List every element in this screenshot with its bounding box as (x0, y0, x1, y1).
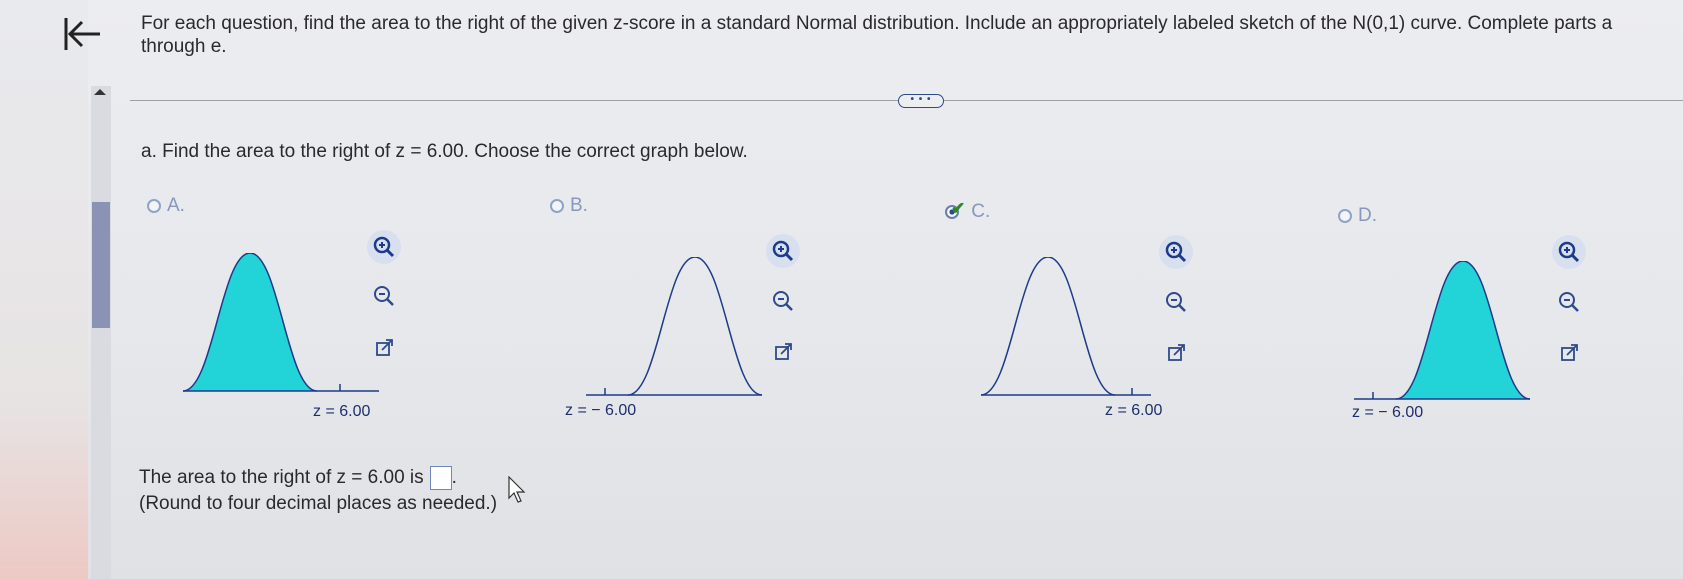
option-b-radio[interactable] (550, 199, 564, 213)
option-d-graph (1354, 261, 1531, 400)
answer-line: The area to the right of z = 6.00 is . (139, 466, 457, 490)
zoom-in-icon (772, 240, 794, 262)
option-a-letter: A. (167, 195, 185, 216)
zoom-out-icon (773, 291, 793, 311)
answer-suffix: . (451, 467, 457, 488)
option-d-z-label: z = − 6.00 (1352, 404, 1424, 421)
option-a[interactable]: A. z = 6.00 (147, 195, 447, 425)
question-text: For each question, find the area to the … (141, 13, 1613, 57)
option-b-zoom-in-button[interactable] (766, 234, 800, 268)
option-a-external-button[interactable] (367, 331, 401, 365)
expand-more-button[interactable]: • • • (898, 94, 944, 108)
option-a-radio-group[interactable]: A. (147, 195, 185, 217)
option-d-letter: D. (1358, 205, 1377, 226)
option-b-zoom-out-button[interactable] (766, 284, 800, 318)
option-b-letter: B. (570, 195, 588, 216)
external-link-icon (376, 339, 393, 356)
option-b-curve (627, 257, 763, 396)
left-strip (0, 0, 88, 579)
answer-input[interactable] (429, 466, 452, 490)
option-c-radio-group[interactable]: ✔ C. (945, 199, 991, 223)
option-d[interactable]: D. z = − 6.00 (1338, 205, 1638, 435)
scroll-thumb[interactable] (92, 202, 110, 328)
external-link-icon (775, 343, 792, 360)
zoom-in-icon (1558, 241, 1580, 263)
back-button[interactable] (60, 14, 104, 54)
zoom-out-icon (1559, 292, 1579, 312)
option-a-z-label: z = 6.00 (313, 403, 371, 420)
zoom-in-icon (373, 236, 395, 258)
option-c-letter: C. (971, 201, 991, 222)
external-link-icon (1561, 344, 1578, 361)
option-c-curve (981, 257, 1116, 396)
part-a-prompt: a. Find the area to the right of z = 6.0… (141, 141, 748, 162)
option-c-zoom-out-button[interactable] (1159, 285, 1193, 319)
option-a-radio[interactable] (147, 199, 161, 213)
option-a-zoom-in-button[interactable] (367, 230, 401, 264)
external-link-icon (1168, 344, 1185, 361)
option-a-shaded-area (183, 253, 317, 391)
pointer-cursor-icon (508, 476, 526, 503)
option-c[interactable]: ✔ C. z = 6.00 (945, 199, 1245, 431)
scroll-up-icon[interactable] (94, 89, 106, 95)
back-arrow-icon (64, 18, 100, 50)
option-d-zoom-out-button[interactable] (1552, 285, 1586, 319)
option-d-radio[interactable] (1338, 209, 1352, 223)
zoom-out-icon (1166, 292, 1186, 312)
option-c-zoom-in-button[interactable] (1159, 235, 1193, 269)
rounding-note: (Round to four decimal places as needed.… (139, 493, 498, 514)
option-b-external-button[interactable] (766, 335, 800, 369)
option-c-z-label: z = 6.00 (1105, 402, 1163, 419)
option-b-z-label: z = − 6.00 (565, 402, 637, 419)
option-c-external-button[interactable] (1159, 336, 1193, 370)
option-b-radio-group[interactable]: B. (550, 195, 588, 217)
option-a-zoom-out-button[interactable] (367, 279, 401, 313)
zoom-out-icon (374, 286, 394, 306)
zoom-in-icon (1165, 241, 1187, 263)
answer-prefix: The area to the right of z = 6.00 is (139, 467, 424, 488)
option-c-graph (981, 257, 1151, 396)
option-d-radio-group[interactable]: D. (1338, 205, 1377, 227)
option-b-graph (586, 257, 763, 396)
option-a-graph (183, 253, 379, 392)
scrollbar[interactable] (91, 86, 111, 579)
checkmark-icon: ✔ (951, 199, 966, 218)
option-d-shaded-area (1396, 261, 1530, 399)
option-b[interactable]: B. z = − 6.00 (550, 195, 850, 425)
option-d-zoom-in-button[interactable] (1552, 235, 1586, 269)
option-d-external-button[interactable] (1552, 336, 1586, 370)
